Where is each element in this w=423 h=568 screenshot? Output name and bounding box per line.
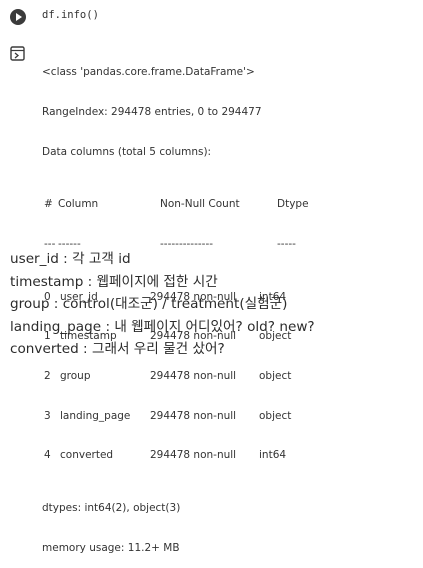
row-idx: 4: [44, 449, 51, 462]
header-column: Column: [58, 198, 99, 211]
table-row: 2 group 294478 non-null object: [42, 370, 418, 383]
dtypes-summary: dtypes: int64(2), object(3): [42, 501, 181, 514]
row-idx: 3: [44, 409, 51, 422]
memory-usage: memory usage: 11.2+ MB: [42, 541, 180, 554]
row-nonnull: 294478 non-null: [150, 369, 237, 382]
note-line: user_id : 각 고객 id: [10, 251, 131, 267]
note-line: group : control(대조군) / treatment(실험군): [10, 296, 288, 313]
row-column: group: [60, 369, 91, 382]
note-line: landing_page : 내 웹페이지 어디있어? old? new?: [10, 318, 315, 335]
code-cell: df.info(): [0, 0, 423, 34]
row-dtype: object: [259, 369, 292, 382]
row-idx: 2: [44, 369, 51, 382]
output-line: <class 'pandas.core.frame.DataFrame'>: [42, 66, 255, 79]
code-input[interactable]: df.info(): [42, 9, 99, 21]
note-line: timestamp : 웹페이지에 접한 시간: [10, 273, 218, 290]
table-row: 3 landing_page 294478 non-null object: [42, 410, 418, 423]
note-line: converted : 그래서 우리 물건 샀어?: [10, 341, 225, 358]
header-nonnull: Non-Null Count: [160, 198, 240, 211]
output-line: Data columns (total 5 columns):: [42, 145, 212, 158]
markdown-notes: user_id : 각 고객 id timestamp : 웹페이지에 접한 시…: [10, 248, 420, 361]
table-header: # Column Non-Null Count Dtype: [42, 198, 418, 211]
table-row: 4 converted 294478 non-null int64: [42, 449, 418, 462]
row-column: landing_page: [60, 409, 131, 422]
row-column: converted: [60, 449, 114, 462]
output-line: RangeIndex: 294478 entries, 0 to 294477: [42, 106, 262, 118]
row-nonnull: 294478 non-null: [150, 409, 237, 422]
output-icon[interactable]: [9, 45, 27, 63]
row-nonnull: 294478 non-null: [150, 449, 237, 462]
header-idx: #: [44, 198, 53, 211]
header-dtype: Dtype: [277, 198, 309, 211]
row-dtype: int64: [259, 449, 287, 462]
run-cell-icon[interactable]: [10, 9, 26, 25]
row-dtype: object: [259, 409, 292, 422]
